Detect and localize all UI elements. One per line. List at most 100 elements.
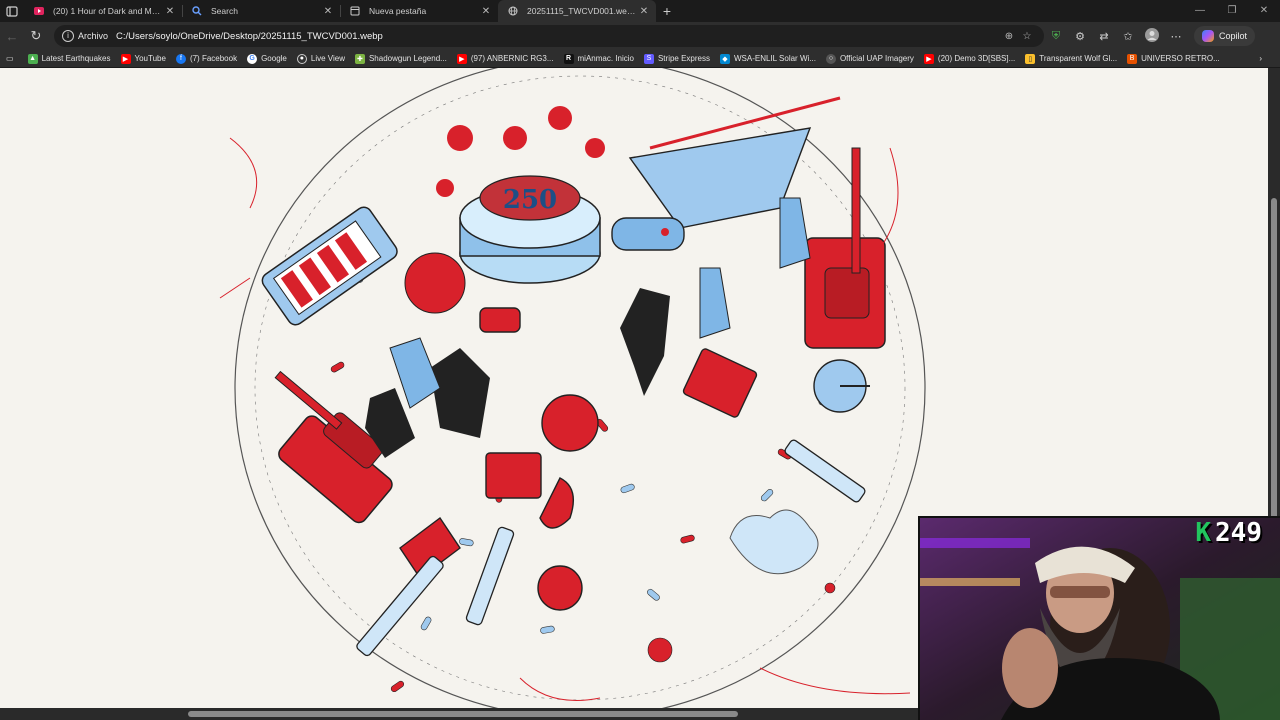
bookmark-item[interactable]: f (7) Facebook [175, 53, 238, 64]
tab-search[interactable]: Search ✕ [182, 0, 340, 22]
tab-label: 20251115_TWCVD001.webp (960 [527, 6, 638, 16]
scrollbar-thumb[interactable] [188, 711, 738, 717]
zoom-icon[interactable]: ⊕ [1000, 31, 1018, 42]
bookmark-item[interactable]: ▶ (97) ANBERNIC RG3... [456, 53, 554, 64]
tab-new-tab[interactable]: Nueva pestaña ✕ [340, 0, 498, 22]
bookmark-label: (20) Demo 3D[SBS]... [937, 54, 1016, 63]
brain-graphic [404, 252, 466, 314]
cake-number: 250 [503, 185, 557, 215]
tab-bar: (20) 1 Hour of Dark and Mysterio ✕ Searc… [0, 0, 1280, 22]
info-icon[interactable]: i [62, 30, 74, 42]
sidebar-toggle-icon[interactable]: ▭ [6, 54, 14, 63]
bookmark-label: Shadowgun Legend... [368, 54, 447, 63]
extensions-icon[interactable]: ⚙ [1068, 30, 1092, 43]
bookmark-item[interactable]: B UNIVERSO RETRO... [1127, 53, 1220, 64]
bookmark-label: miAnmac. Inicio [577, 54, 634, 63]
boat-graphic [628, 96, 841, 229]
stripe-icon: S [643, 53, 654, 64]
earthquake-icon: ▲ [27, 53, 38, 64]
bookmark-label: (97) ANBERNIC RG3... [470, 54, 554, 63]
bookmark-item[interactable]: ○ Official UAP Imagery [825, 53, 914, 64]
bookmark-label: WSA-ENLIL Solar Wi... [734, 54, 816, 63]
circle-icon: ○ [825, 53, 836, 64]
copilot-button[interactable]: Copilot [1194, 26, 1256, 46]
search-icon [192, 6, 202, 16]
split-screen-icon[interactable]: ⇄ [1092, 30, 1116, 43]
tab-label: (20) 1 Hour of Dark and Mysterio [53, 6, 164, 16]
bookmark-item[interactable]: G Google [247, 53, 287, 64]
counter-letter: K [1195, 518, 1212, 548]
facebook-icon: f [175, 53, 186, 64]
bookmark-label: Stripe Express [657, 54, 710, 63]
ship-graphic [261, 206, 398, 326]
tab-youtube[interactable]: (20) 1 Hour of Dark and Mysterio ✕ [24, 0, 182, 22]
page-icon [350, 6, 360, 16]
google-icon: G [247, 53, 258, 64]
address-url[interactable]: C:/Users/soylo/OneDrive/Desktop/20251115… [116, 31, 1000, 42]
streamer-video [920, 518, 1280, 720]
r-logo-icon: R [563, 53, 574, 64]
back-arrow-icon: ← [5, 28, 19, 44]
favorites-icon[interactable]: ✩ [1116, 30, 1140, 43]
bookmark-item[interactable]: ▯ Transparent Wolf Gl... [1025, 53, 1117, 64]
bookmark-label: YouTube [134, 54, 166, 63]
new-tab-button[interactable]: + [656, 3, 678, 19]
more-menu-icon[interactable]: ⋯ [1164, 30, 1188, 43]
viewer-counter-badge: K 249 [1195, 518, 1262, 548]
bookmark-item[interactable]: ▲ Latest Earthquakes [27, 53, 111, 64]
favorite-star-icon[interactable]: ☆ [1018, 31, 1036, 42]
cloud-graphic [729, 509, 819, 575]
bookmark-item[interactable]: ▶ (20) Demo 3D[SBS]... [923, 53, 1016, 64]
bookmark-label: Live View [310, 54, 345, 63]
game-icon: ✚ [354, 53, 365, 64]
close-icon[interactable]: ✕ [164, 6, 176, 17]
youtube-icon: ▶ [456, 53, 467, 64]
bookmark-label: Official UAP Imagery [839, 54, 914, 63]
bookmark-label: UNIVERSO RETRO... [1141, 54, 1220, 63]
bookmark-item[interactable]: ● Live View [296, 53, 345, 64]
webcam-overlay: K 249 [918, 516, 1280, 720]
bookmark-item[interactable]: RmiAnmac. Inicio [563, 53, 634, 64]
tab-label: Search [211, 6, 238, 16]
tab-image-file[interactable]: 20251115_TWCVD001.webp (960 ✕ [498, 0, 656, 22]
back-button[interactable]: ← [0, 24, 24, 48]
avatar[interactable] [1140, 27, 1164, 45]
cake-graphic: 250 [436, 106, 605, 284]
bookmarks-bar: ▭ ▲ Latest Earthquakes ▶ YouTube f (7) Face… [0, 50, 1280, 68]
tank-graphic [804, 147, 886, 349]
globe-icon [508, 6, 518, 16]
close-window-icon[interactable]: ✕ [1248, 0, 1280, 22]
youtube-icon: ▶ [923, 53, 934, 64]
reload-icon: ↻ [30, 28, 42, 43]
noaa-icon: ◆ [720, 53, 730, 64]
chevron-right-icon[interactable]: › [1259, 54, 1262, 63]
restore-icon[interactable]: ❐ [1216, 0, 1248, 22]
blogger-icon: B [1127, 53, 1138, 64]
tab-label: Nueva pestaña [369, 6, 427, 16]
bookmark-item[interactable]: ▶ YouTube [120, 53, 166, 64]
shield-extension-icon[interactable]: ⛨ [1044, 30, 1068, 43]
bookmark-item[interactable]: ◆ WSA-ENLIL Solar Wi... [720, 53, 816, 64]
bookmark-label: (7) Facebook [189, 54, 238, 63]
bookmark-item[interactable]: S Stripe Express [643, 53, 710, 64]
close-icon[interactable]: ✕ [480, 6, 492, 17]
reload-button[interactable]: ↻ [24, 24, 48, 48]
window-controls: — ❐ ✕ [1184, 0, 1280, 22]
bookmark-label: Google [261, 54, 287, 63]
tab-actions-icon [6, 5, 18, 17]
window-menu-button[interactable] [0, 0, 24, 22]
youtube-icon [34, 6, 44, 16]
address-scheme: Archivo [78, 31, 109, 41]
toolbar: ← ↻ i Archivo C:/Users/soylo/OneDrive/De… [0, 22, 1280, 50]
close-icon[interactable]: ✕ [638, 6, 650, 17]
bookmark-label: Latest Earthquakes [41, 54, 111, 63]
live-view-icon: ● [296, 53, 307, 64]
address-bar[interactable]: i Archivo C:/Users/soylo/OneDrive/Deskto… [54, 25, 1044, 47]
counter-value: 249 [1215, 518, 1262, 548]
close-icon[interactable]: ✕ [322, 6, 334, 17]
game-controller-graphic [611, 217, 685, 251]
bookmark-item[interactable]: ✚ Shadowgun Legend... [354, 53, 447, 64]
doc-icon: ▯ [1025, 53, 1036, 64]
copilot-icon [1202, 30, 1214, 42]
minimize-icon[interactable]: — [1184, 0, 1216, 22]
